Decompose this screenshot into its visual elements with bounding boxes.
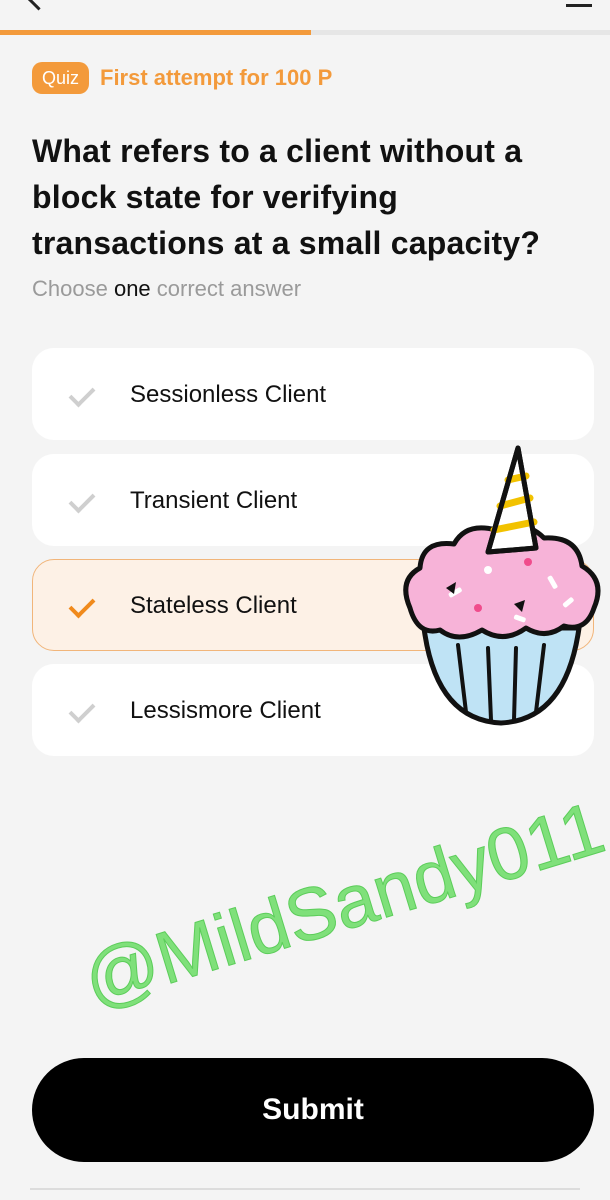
- progress-bar: [0, 30, 610, 35]
- watermark-text: @MildSandy011: [73, 785, 610, 1023]
- top-bar: [0, 0, 610, 30]
- progress-fill: [0, 30, 312, 35]
- instruction-suffix: correct answer: [150, 276, 302, 301]
- unicorn-cupcake-sticker: [403, 445, 601, 726]
- check-icon: [68, 591, 96, 619]
- answer-option-label: Stateless Client: [130, 592, 297, 619]
- answer-instruction: Choose one correct answer: [32, 274, 301, 304]
- check-icon: [68, 696, 96, 724]
- answer-option-label: Sessionless Client: [130, 381, 327, 408]
- instruction-emphasis: one: [113, 276, 151, 301]
- answer-option-label: Transient Client: [130, 487, 298, 514]
- answer-option-label: Lessismore Client: [130, 697, 321, 724]
- back-arrow-icon[interactable]: [26, 0, 51, 11]
- quiz-badge: Quiz: [32, 62, 90, 94]
- attempt-reward-label: First attempt for 100 P: [100, 65, 333, 90]
- question-text: What refers to a client without a block …: [32, 133, 541, 261]
- answer-option[interactable]: Sessionless Client: [32, 348, 594, 440]
- submit-button[interactable]: Submit: [32, 1058, 594, 1162]
- menu-icon[interactable]: [566, 0, 592, 7]
- instruction-prefix: Choose: [32, 276, 114, 301]
- bottom-divider: [30, 1188, 580, 1190]
- check-icon: [68, 486, 96, 514]
- check-icon: [68, 380, 96, 408]
